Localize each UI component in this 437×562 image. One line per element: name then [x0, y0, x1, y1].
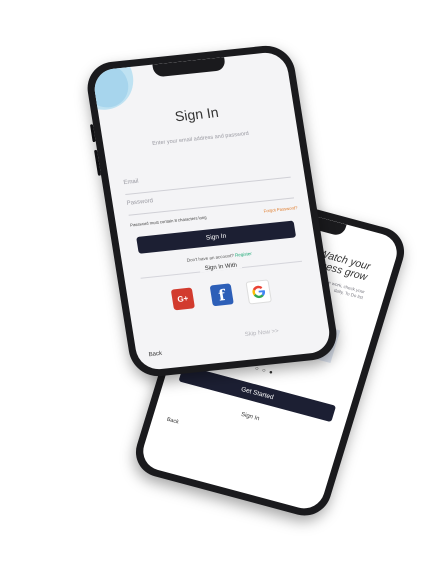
password-hint: Password must contain 8 characters long — [129, 214, 207, 228]
facebook-button[interactable]: f — [209, 283, 234, 307]
google-plus-button[interactable]: G+ — [170, 287, 195, 311]
page-title: Sign In — [173, 104, 220, 125]
back-button[interactable]: Back — [148, 351, 162, 358]
sign-in-with-label: Sign In With — [199, 262, 243, 273]
google-icon — [252, 285, 266, 299]
register-link[interactable]: Register — [235, 251, 252, 258]
google-button[interactable] — [245, 279, 272, 305]
no-account-text: Don't have an account? — [186, 252, 235, 263]
back-button[interactable]: Back — [166, 417, 180, 426]
page-subtitle: Enter your email address and password — [151, 130, 250, 147]
facebook-icon: f — [217, 285, 227, 305]
forgot-password-link[interactable]: Forgot Password? — [263, 205, 298, 213]
google-plus-icon: G+ — [176, 293, 190, 304]
phone-signin: Sign In Enter your email address and pas… — [83, 43, 341, 379]
skip-now-link[interactable]: Skip Now >> — [244, 329, 279, 338]
